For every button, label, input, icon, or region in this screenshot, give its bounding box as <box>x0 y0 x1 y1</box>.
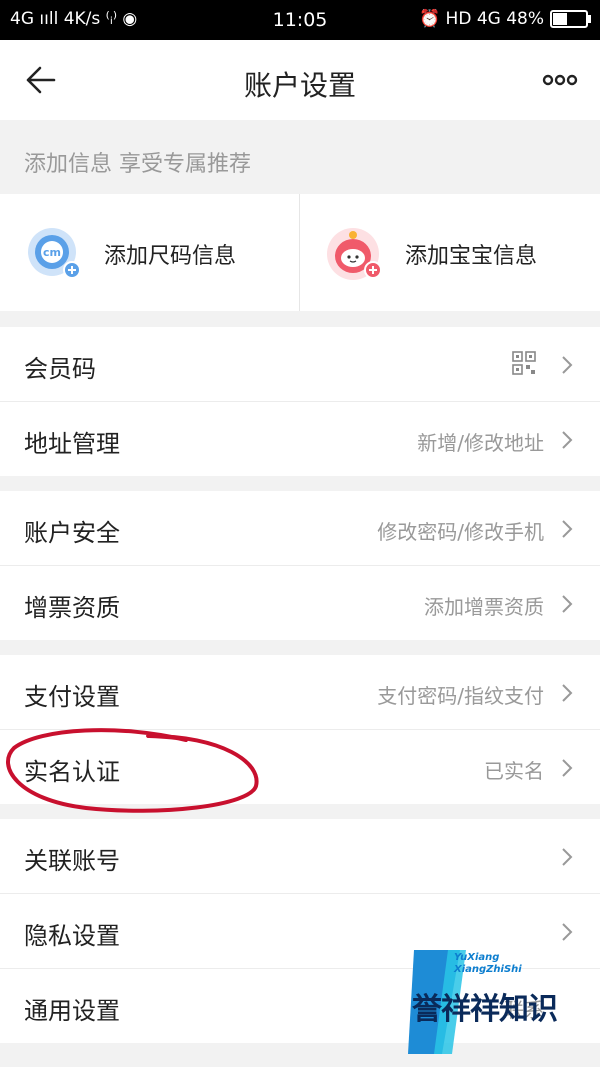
add-baby-label: 添加宝宝信息 <box>405 244 538 269</box>
settings-group-2: 账户安全 修改密码/修改手机 增票资质 添加增票资质 <box>0 491 600 640</box>
row-label: 关联账号 <box>24 847 120 875</box>
chevron-right-icon <box>562 848 573 866</box>
baby-icon <box>327 228 382 280</box>
row-label: 支付设置 <box>24 683 120 711</box>
settings-group-1: 会员码 地址管理 新增/修改地址 <box>0 327 600 476</box>
watermark-latin: YuXiang XiangZhiShi <box>454 952 522 975</box>
more-icon[interactable] <box>542 70 578 90</box>
row-label: 增票资质 <box>24 594 120 622</box>
row-label: 实名认证 <box>24 758 120 786</box>
status-indicators: ⏰ HD 4G 48% <box>418 9 544 29</box>
add-info-panel: cm 添加尺码信息 添加宝宝信息 <box>0 194 600 311</box>
row-label: 隐私设置 <box>24 922 120 950</box>
chevron-right-icon <box>562 684 573 702</box>
member-code-row[interactable]: 会员码 <box>0 327 600 401</box>
add-size-label: 添加尺码信息 <box>104 244 237 269</box>
qr-code-icon <box>512 351 536 375</box>
linked-accounts-row[interactable]: 关联账号 <box>0 819 600 893</box>
chevron-right-icon <box>562 759 573 777</box>
page-title: 账户设置 <box>243 69 356 102</box>
account-security-row[interactable]: 账户安全 修改密码/修改手机 <box>0 491 600 565</box>
watermark-text: 誉祥祥知识 <box>412 992 558 1027</box>
row-label: 账户安全 <box>24 519 120 547</box>
row-value: 支付密码/指纹支付 <box>377 684 544 708</box>
nav-bar: 账户设置 <box>0 40 600 120</box>
chevron-right-icon <box>562 595 573 613</box>
settings-group-3: 支付设置 支付密码/指纹支付 实名认证 已实名 <box>0 655 600 804</box>
real-name-verification-row[interactable]: 实名认证 已实名 <box>0 729 600 804</box>
chevron-right-icon <box>562 923 573 941</box>
add-size-info-button[interactable]: cm 添加尺码信息 <box>0 194 299 311</box>
row-label: 会员码 <box>24 355 96 383</box>
banner-text: 添加信息 享受专属推荐 <box>24 152 251 177</box>
row-value: 添加增票资质 <box>424 595 544 619</box>
payment-settings-row[interactable]: 支付设置 支付密码/指纹支付 <box>0 655 600 729</box>
chevron-right-icon <box>562 520 573 538</box>
row-value: 修改密码/修改手机 <box>377 520 544 544</box>
row-value: 新增/修改地址 <box>417 431 544 455</box>
recommend-banner: 添加信息 享受专属推荐 <box>0 120 600 194</box>
vat-invoice-row[interactable]: 增票资质 添加增票资质 <box>0 565 600 640</box>
status-bar: 4G ııll 4K/s ⁽ᵢ⁾ ◉ 11:05 ⏰ HD 4G 48% <box>0 0 600 40</box>
watermark-logo: YuXiang XiangZhiShi 誉祥祥知识 <box>408 946 594 1056</box>
status-right: ⏰ HD 4G 48% <box>418 9 591 29</box>
svg-text:cm: cm <box>43 246 61 259</box>
chevron-right-icon <box>562 431 573 449</box>
chevron-right-icon <box>562 356 573 374</box>
add-baby-info-button[interactable]: 添加宝宝信息 <box>301 194 600 311</box>
address-management-row[interactable]: 地址管理 新增/修改地址 <box>0 401 600 476</box>
row-label: 通用设置 <box>24 997 120 1025</box>
size-tape-icon: cm <box>28 228 81 279</box>
row-value: 已实名 <box>484 759 544 783</box>
battery-icon <box>550 10 591 28</box>
row-label: 地址管理 <box>24 430 120 458</box>
divider <box>299 194 300 311</box>
